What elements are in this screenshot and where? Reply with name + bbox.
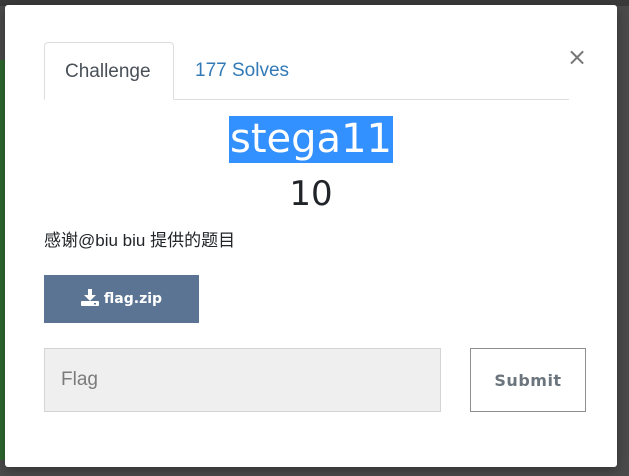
- challenge-modal: × Challenge 177 Solves stega11 10 感谢@biu…: [5, 5, 617, 467]
- download-icon: [80, 289, 99, 306]
- tab-solves-label: 177 Solves: [195, 60, 290, 81]
- download-file-button[interactable]: flag.zip: [44, 275, 199, 323]
- tab-challenge-label: Challenge: [65, 61, 151, 82]
- close-icon: ×: [566, 43, 588, 71]
- file-name: flag.zip: [103, 291, 163, 307]
- challenge-description: 感谢@biu biu 提供的题目: [44, 231, 236, 250]
- challenge-name: stega11: [229, 116, 393, 163]
- tab-solves[interactable]: 177 Solves: [175, 42, 309, 99]
- challenge-tabs: Challenge 177 Solves: [44, 42, 569, 100]
- flag-input[interactable]: [44, 348, 441, 412]
- challenge-title-wrap: stega11: [5, 116, 617, 163]
- challenge-points: 10: [289, 174, 333, 214]
- tab-challenge[interactable]: Challenge: [44, 42, 174, 100]
- submit-button[interactable]: Submit: [470, 348, 586, 412]
